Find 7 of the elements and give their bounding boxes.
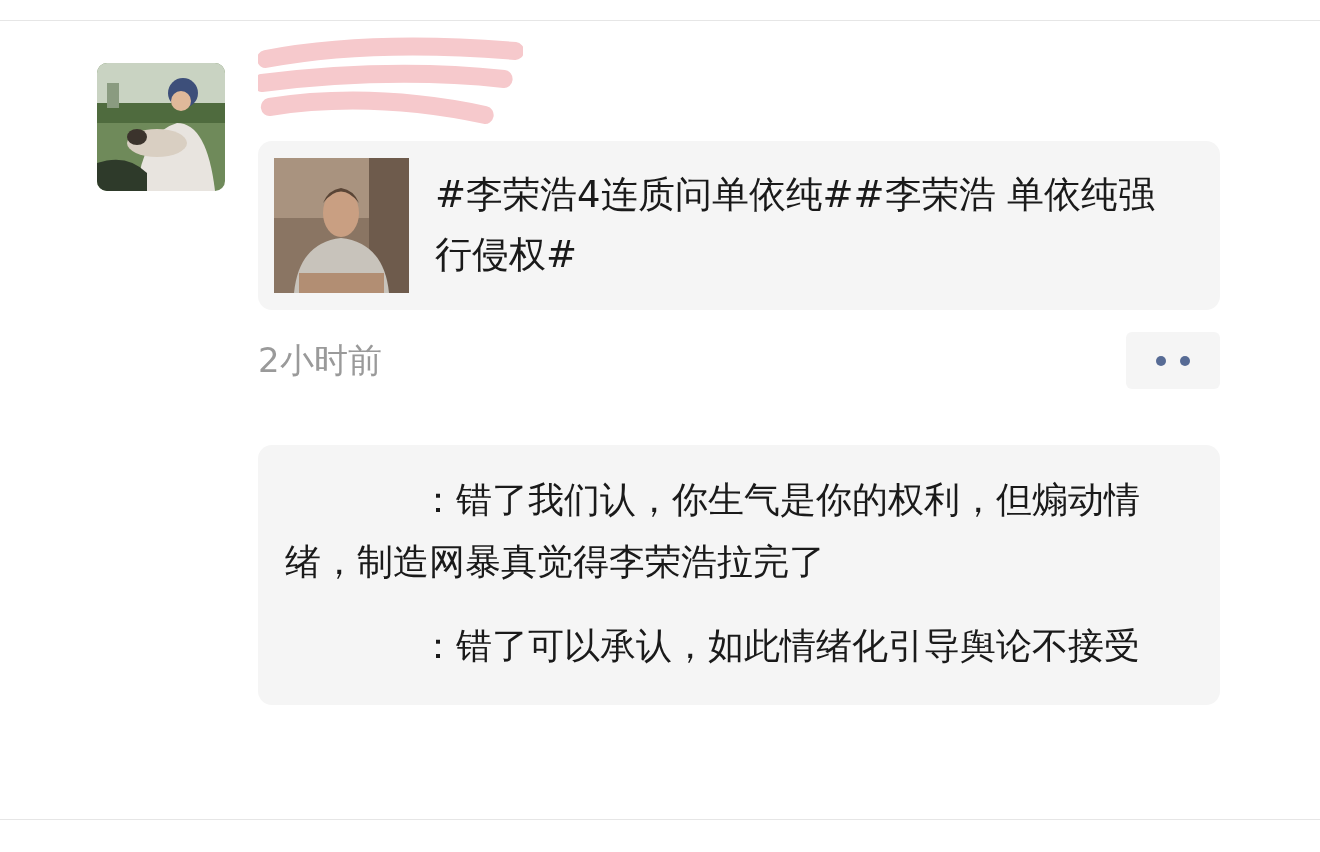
more-button[interactable] <box>1126 332 1220 389</box>
more-icon <box>1155 354 1191 367</box>
comment-text: ：错了我们认，你生气是你的权利，但煽动情绪，制造网暴真觉得李荣浩拉完了 <box>285 479 1140 582</box>
link-card[interactable]: #李荣浩4连质问单依纯##李荣浩 单依纯强行侵权# <box>258 141 1220 310</box>
link-title[interactable]: #李荣浩4连质问单依纯##李荣浩 单依纯强行侵权# <box>435 158 1180 285</box>
post-time: 2小时前 <box>258 338 382 382</box>
comment-text: ：错了可以承认，如此情绪化引导舆论不接受 <box>420 625 1140 666</box>
